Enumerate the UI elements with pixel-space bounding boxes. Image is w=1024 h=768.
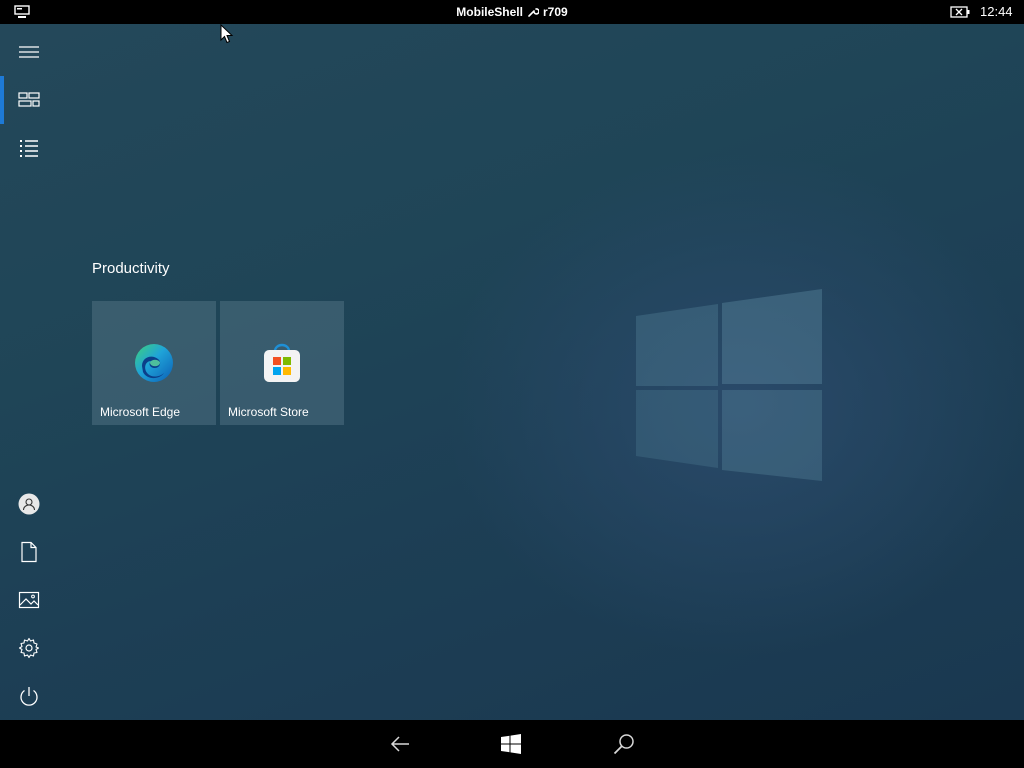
user-account-button[interactable] <box>0 480 58 528</box>
store-icon <box>264 343 300 382</box>
app-title: MobileShell <box>456 5 523 19</box>
wrench-icon <box>528 8 539 17</box>
pictures-button[interactable] <box>0 576 58 624</box>
clock: 12:44 <box>980 4 1013 19</box>
windows-logo-icon <box>501 734 521 754</box>
start-left-rail <box>0 24 58 720</box>
gear-icon <box>18 637 40 659</box>
document-icon <box>21 541 37 563</box>
documents-button[interactable] <box>0 528 58 576</box>
tile-microsoft-edge[interactable]: Microsoft Edge <box>92 301 216 425</box>
tile-label: Microsoft Store <box>228 405 309 419</box>
tiles-view-button[interactable] <box>0 76 58 124</box>
edge-icon <box>135 344 173 382</box>
hamburger-icon <box>19 46 39 58</box>
search-button[interactable] <box>604 728 644 760</box>
settings-button[interactable] <box>0 624 58 672</box>
tiles-icon <box>18 92 40 107</box>
all-apps-list-button[interactable] <box>0 124 58 172</box>
windows-wallpaper-logo <box>636 289 822 481</box>
back-arrow-icon <box>390 736 409 752</box>
mouse-cursor-icon <box>220 24 234 44</box>
back-button[interactable] <box>380 728 420 760</box>
mobile-shell-screen: MobileShell r709 12:44 Productivity Micr… <box>0 0 1024 768</box>
list-icon <box>20 140 38 157</box>
start-button[interactable] <box>491 728 531 760</box>
status-title: MobileShell r709 <box>0 0 1024 24</box>
navigation-bar <box>0 720 1024 768</box>
user-icon <box>18 493 40 515</box>
pictures-icon <box>18 591 40 609</box>
status-bar: MobileShell r709 12:44 <box>0 0 1024 24</box>
build-label: r709 <box>542 5 568 19</box>
power-icon <box>20 687 38 706</box>
battery-icon <box>950 6 970 18</box>
tile-group-title[interactable]: Productivity <box>92 260 170 277</box>
power-button[interactable] <box>0 672 58 720</box>
hamburger-menu-button[interactable] <box>0 28 58 76</box>
tile-microsoft-store[interactable]: Microsoft Store <box>220 301 344 425</box>
tile-label: Microsoft Edge <box>100 405 181 419</box>
search-icon <box>613 734 634 755</box>
